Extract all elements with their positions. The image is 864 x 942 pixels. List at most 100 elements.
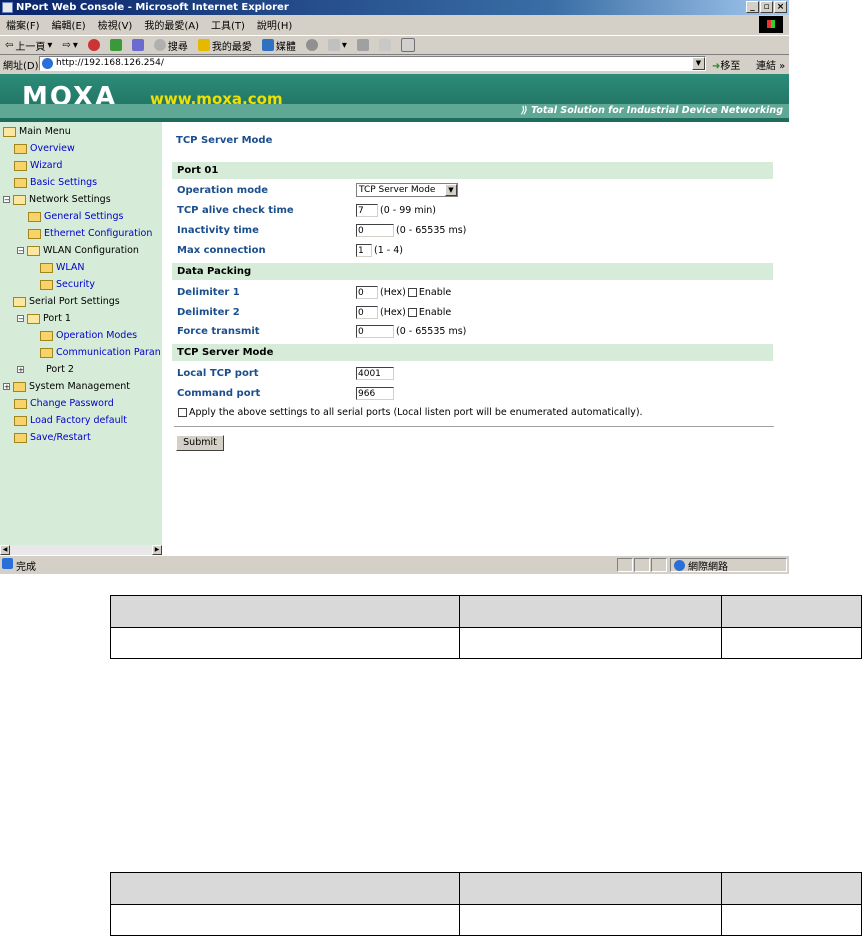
sidebar-item-wizard[interactable]: Wizard (14, 160, 62, 171)
chevron-down-icon[interactable]: ▼ (445, 184, 457, 196)
print-button[interactable] (352, 39, 374, 51)
doc-table-1 (110, 595, 862, 659)
table-cell (110, 595, 460, 628)
windows-logo-icon (759, 16, 783, 33)
sidebar-item-general-settings[interactable]: General Settings (28, 211, 123, 222)
sidebar-item-change-password[interactable]: Change Password (14, 398, 114, 409)
delimiter1-enable-checkbox[interactable] (407, 288, 417, 297)
address-label: 網址(D) (3, 60, 39, 72)
max-connection-field: 1 (1 - 4) (356, 244, 403, 257)
delimiter2-input[interactable]: 0 (356, 306, 378, 319)
delimiter2-hint: (Hex) (380, 307, 406, 318)
sidebar-item-security[interactable]: Security (40, 279, 95, 290)
slogan-text: Total Solution for Industrial Device Net… (531, 105, 783, 116)
close-button[interactable]: × (774, 1, 787, 13)
sidebar-item-save-restart[interactable]: Save/Restart (14, 432, 91, 443)
apply-all-checkbox[interactable] (178, 408, 187, 417)
forward-button[interactable]: ⇨ ▾ (57, 40, 82, 51)
sidebar-item-operation-modes[interactable]: Operation Modes (40, 330, 137, 341)
refresh-button[interactable] (105, 39, 127, 51)
folder-icon (14, 160, 27, 171)
menu-view[interactable]: 檢視(V) (92, 17, 139, 32)
table-cell (110, 627, 460, 659)
table-cell (721, 627, 862, 659)
history-button[interactable] (301, 39, 323, 51)
alive-check-input[interactable]: 7 (356, 204, 378, 217)
sidebar-label: Basic Settings (30, 177, 98, 188)
stop-icon (87, 39, 100, 51)
menu-favorites[interactable]: 我的最愛(A) (138, 17, 205, 32)
sidebar-item-load-factory-default[interactable]: Load Factory default (14, 415, 127, 426)
sidebar-item-main-menu[interactable]: Main Menu (3, 126, 71, 137)
sidebar-item-ethernet-configuration[interactable]: Ethernet Configuration (28, 228, 152, 239)
delimiter2-enable-checkbox[interactable] (407, 308, 417, 317)
menu-edit[interactable]: 編輯(E) (46, 17, 92, 32)
doc-table-2 (110, 872, 862, 936)
sidebar-item-wlan[interactable]: WLAN (40, 262, 85, 273)
address-input[interactable]: http://192.168.126.254/ ▼ (39, 56, 706, 71)
minimize-button[interactable]: _ (746, 1, 759, 13)
expand-toggle-icon[interactable]: + (3, 383, 10, 391)
folder-icon (14, 432, 27, 443)
sidebar-item-overview[interactable]: Overview (14, 143, 75, 154)
sidebar-item-system-management[interactable]: + System Management (3, 381, 130, 392)
home-button[interactable] (127, 39, 149, 51)
menu-help[interactable]: 說明(H) (251, 17, 298, 32)
command-port-input[interactable]: 966 (356, 387, 394, 400)
force-transmit-input[interactable]: 0 (356, 325, 394, 338)
delimiter1-input[interactable]: 0 (356, 286, 378, 299)
search-button[interactable]: 搜尋 (149, 38, 193, 53)
collapse-toggle-icon[interactable]: − (3, 196, 10, 204)
globe-icon (674, 560, 685, 571)
inactivity-input[interactable]: 0 (356, 224, 394, 237)
maximize-button[interactable]: ▫ (760, 1, 773, 13)
stop-button[interactable] (83, 39, 105, 51)
sidebar-label: Serial Port Settings (29, 296, 120, 307)
sidebar-item-communication-parameters[interactable]: Communication Paran (40, 347, 161, 358)
collapse-toggle-icon[interactable]: − (17, 315, 24, 323)
sidebar-item-basic-settings[interactable]: Basic Settings (14, 177, 97, 188)
address-dropdown-icon[interactable]: ▼ (692, 57, 705, 70)
edit-button[interactable] (374, 39, 396, 51)
discuss-button[interactable] (396, 38, 420, 52)
go-button[interactable]: ➜移至 (712, 57, 740, 72)
status-text: 完成 (0, 558, 36, 573)
operation-mode-value: TCP Server Mode (359, 185, 436, 195)
back-button[interactable]: ⇦ 上一頁 ▾ (0, 38, 57, 53)
address-url: http://192.168.126.254/ (56, 58, 164, 68)
table-cell (721, 595, 862, 628)
scroll-left-icon[interactable]: ◀ (0, 545, 10, 555)
sidebar-item-serial-port-settings[interactable]: Serial Port Settings (3, 296, 120, 307)
scroll-right-icon[interactable]: ▶ (152, 545, 162, 555)
favorites-button[interactable]: 我的最愛 (193, 38, 257, 53)
sidebar-item-network-settings[interactable]: − Network Settings (3, 194, 111, 205)
folder-icon (40, 330, 53, 341)
links-button[interactable]: 連結 » (756, 57, 785, 72)
favorites-label: 我的最愛 (211, 41, 252, 53)
table-cell (110, 904, 460, 936)
media-button[interactable]: 媒體 (257, 38, 301, 53)
mail-button[interactable]: ▾ (323, 39, 352, 51)
discuss-icon (400, 38, 415, 52)
menu-file[interactable]: 檔案(F) (0, 17, 46, 32)
operation-mode-field: TCP Server Mode ▼ (356, 183, 458, 197)
table-cell (721, 904, 862, 936)
status-segment (651, 558, 667, 572)
address-bar: 網址(D) http://192.168.126.254/ ▼ ➜移至 連結 » (0, 55, 789, 73)
sidebar-item-port-1[interactable]: − Port 1 (17, 313, 71, 324)
max-connection-input[interactable]: 1 (356, 244, 372, 257)
menu-tools[interactable]: 工具(T) (205, 17, 251, 32)
delimiter1-field: 0 (Hex) Enable (356, 286, 451, 299)
expand-toggle-icon[interactable]: + (17, 366, 24, 374)
operation-mode-select[interactable]: TCP Server Mode ▼ (356, 183, 458, 197)
table-row (110, 904, 862, 936)
alive-check-hint: (0 - 99 min) (380, 205, 436, 216)
local-tcp-port-input[interactable]: 4001 (356, 367, 394, 380)
collapse-toggle-icon[interactable]: − (17, 247, 24, 255)
sidebar-item-wlan-configuration[interactable]: − WLAN Configuration (17, 245, 139, 256)
submit-button[interactable]: Submit (176, 435, 224, 451)
alive-check-field: 7 (0 - 99 min) (356, 204, 436, 217)
sidebar-horizontal-scrollbar[interactable]: ◀ ▶ (0, 545, 162, 555)
delimiter2-label: Delimiter 2 (177, 307, 240, 318)
sidebar-item-port-2[interactable]: + Port 2 (17, 364, 74, 375)
